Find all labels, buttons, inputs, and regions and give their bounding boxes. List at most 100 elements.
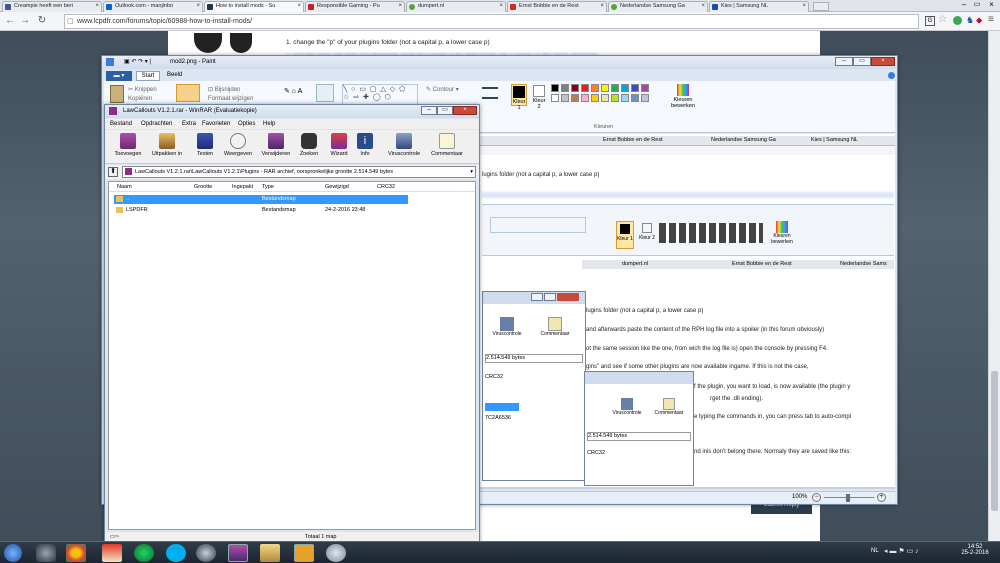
maximize-icon[interactable]: ▭ xyxy=(971,0,983,10)
info-button[interactable]: i Info xyxy=(353,133,377,157)
file-row-parent[interactable]: .. Bestandsmap xyxy=(114,195,408,204)
language-indicator[interactable]: NL xyxy=(871,548,879,554)
column-crc[interactable]: CRC32 xyxy=(377,182,395,192)
paint-taskbar-icon[interactable] xyxy=(294,544,314,562)
star-icon[interactable]: ☆ xyxy=(938,14,947,25)
swatch-lightgray[interactable] xyxy=(561,94,569,102)
shapes-gallery[interactable]: ╲ ○ ▭ ▢ △ ◇ ⬠ ☆ ⇨ ✚ ◯ ⬡ xyxy=(342,84,418,106)
clock[interactable]: 14:52 25-2-2016 xyxy=(958,544,992,556)
chrome-taskbar-icon[interactable] xyxy=(66,544,86,562)
swatch-pink[interactable] xyxy=(581,94,589,102)
menu-icon[interactable]: ≡ xyxy=(988,14,994,25)
menu-help[interactable]: Help xyxy=(263,119,275,129)
page-scrollbar[interactable] xyxy=(988,31,1000,541)
swatch-orange[interactable] xyxy=(591,84,599,92)
color1-button[interactable]: Kleur 1 xyxy=(511,84,527,111)
paint-minimize-button[interactable]: – xyxy=(835,57,853,66)
close-icon[interactable]: × xyxy=(985,0,998,10)
browser-tab-dumpert[interactable]: dumpert.nl × xyxy=(406,1,506,12)
adblock-icon[interactable]: ♞ xyxy=(966,15,974,26)
swatch-darkred[interactable] xyxy=(571,84,579,92)
browser-tab-lcpdfr[interactable]: How to install mods - Su × xyxy=(204,1,304,12)
menu-extra[interactable]: Extra xyxy=(182,119,196,129)
winrar-taskbar-icon[interactable] xyxy=(228,544,248,562)
close-tab-icon[interactable]: × xyxy=(600,2,604,11)
browser-tab-kies[interactable]: Kies | Samsung NL × xyxy=(709,1,809,12)
steam-taskbar-icon[interactable] xyxy=(36,544,56,562)
spotify-taskbar-icon[interactable] xyxy=(134,544,154,562)
browser-tab-facebook[interactable]: Creampie heeft een beri × xyxy=(2,1,102,12)
swatch-brown[interactable] xyxy=(571,94,579,102)
delete-button[interactable]: Verwijderen xyxy=(257,133,295,157)
browser-tab-youtube[interactable]: Ernst Bobbie en de Rest × xyxy=(507,1,607,12)
popcorn-taskbar-icon[interactable] xyxy=(102,544,122,562)
zoom-in-button[interactable]: + xyxy=(877,493,886,502)
browser-tab-responsible-gaming[interactable]: Responsible Gaming - Pu × xyxy=(305,1,405,12)
column-name[interactable]: Naam xyxy=(117,182,132,192)
add-button[interactable]: Toevoegen xyxy=(113,133,143,157)
file-row-lspdfr[interactable]: LSPDFR Bestandsmap 24-2-2016 23:48 xyxy=(114,206,408,215)
steam-app-icon[interactable] xyxy=(196,544,216,562)
swatch-lime[interactable] xyxy=(611,94,619,102)
paste-icon[interactable] xyxy=(110,85,124,103)
zoom-out-button[interactable]: − xyxy=(812,493,821,502)
browser-tab-samsung-game[interactable]: Nederlandse Samsung Ga × xyxy=(608,1,708,12)
url-input[interactable]: ▢ www.lcpdfr.com/forums/topic/60988-how-… xyxy=(64,14,919,29)
winrar-minimize-button[interactable]: – xyxy=(421,106,437,115)
crop-button[interactable]: ⊡ Bijsnijden xyxy=(208,86,240,93)
winrar-close-button[interactable]: × xyxy=(453,106,477,115)
swatch-purple[interactable] xyxy=(641,84,649,92)
reload-icon[interactable]: ↻ xyxy=(36,15,48,27)
contour-dropdown[interactable]: ✎ Contour ▾ xyxy=(426,86,459,93)
extension-red-icon[interactable]: ⬥ xyxy=(976,15,982,26)
minimize-icon[interactable]: – xyxy=(958,0,970,10)
close-tab-icon[interactable]: × xyxy=(802,2,806,11)
swatch-lightblue[interactable] xyxy=(621,94,629,102)
column-size[interactable]: Grootte xyxy=(194,182,212,192)
swatch-blue[interactable] xyxy=(631,84,639,92)
gta-taskbar-icon[interactable] xyxy=(326,544,346,562)
column-modified[interactable]: Gewijzigd xyxy=(325,182,349,192)
color-palette[interactable] xyxy=(551,84,667,106)
cut-button[interactable]: ✂ Knippen xyxy=(128,86,157,93)
browser-tab-outlook[interactable]: Outlook.com - manjinbo × xyxy=(103,1,203,12)
swatch-cyan[interactable] xyxy=(621,84,629,92)
tab-beeld[interactable]: Beeld xyxy=(167,72,182,78)
quick-access-toolbar[interactable]: ▣ ↶ ↷ ▾ | xyxy=(124,56,151,69)
menu-favorieten[interactable]: Favorieten xyxy=(202,119,230,129)
swatch-gray[interactable] xyxy=(561,84,569,92)
paint-file-menu[interactable]: ▬ ▾ xyxy=(106,71,132,81)
close-tab-icon[interactable]: × xyxy=(196,2,200,11)
brush-icon[interactable] xyxy=(316,84,334,102)
tab-start[interactable]: Start xyxy=(136,71,160,81)
close-tab-icon[interactable]: × xyxy=(95,2,99,11)
new-tab-button[interactable] xyxy=(813,2,829,11)
swatch-cream[interactable] xyxy=(601,94,609,102)
scrollbar-thumb[interactable] xyxy=(991,371,998,511)
edit-colors-button[interactable]: Kleuren bewerken xyxy=(670,84,696,109)
tools-group[interactable]: ✎ ⌂ A xyxy=(284,87,302,95)
help-icon[interactable] xyxy=(888,72,895,79)
up-folder-icon[interactable]: ⬆ xyxy=(108,167,118,177)
extract-button[interactable]: Uitpakken in xyxy=(147,133,187,157)
select-tool[interactable] xyxy=(176,84,200,102)
translate-icon[interactable]: G xyxy=(925,16,935,26)
menu-opties[interactable]: Opties xyxy=(238,119,255,129)
swatch-black[interactable] xyxy=(551,84,559,92)
color2-button[interactable]: Kleur 2 xyxy=(531,84,547,110)
forward-icon[interactable]: → xyxy=(19,15,31,27)
test-button[interactable]: Testen xyxy=(191,133,219,157)
swatch-green[interactable] xyxy=(611,84,619,92)
back-icon[interactable]: ← xyxy=(4,15,16,27)
menu-bestand[interactable]: Bestand xyxy=(110,119,132,129)
swatch-white[interactable] xyxy=(551,94,559,102)
column-type[interactable]: Type xyxy=(262,182,274,192)
resize-button[interactable]: Formaat wijzigen xyxy=(208,96,253,102)
swatch-lavender[interactable] xyxy=(641,94,649,102)
view-button[interactable]: Weergeven xyxy=(221,133,255,157)
winrar-maximize-button[interactable]: ▭ xyxy=(437,106,453,115)
start-button[interactable] xyxy=(4,544,22,562)
close-tab-icon[interactable]: × xyxy=(701,2,705,11)
swatch-gold[interactable] xyxy=(591,94,599,102)
swatch-red[interactable] xyxy=(581,84,589,92)
